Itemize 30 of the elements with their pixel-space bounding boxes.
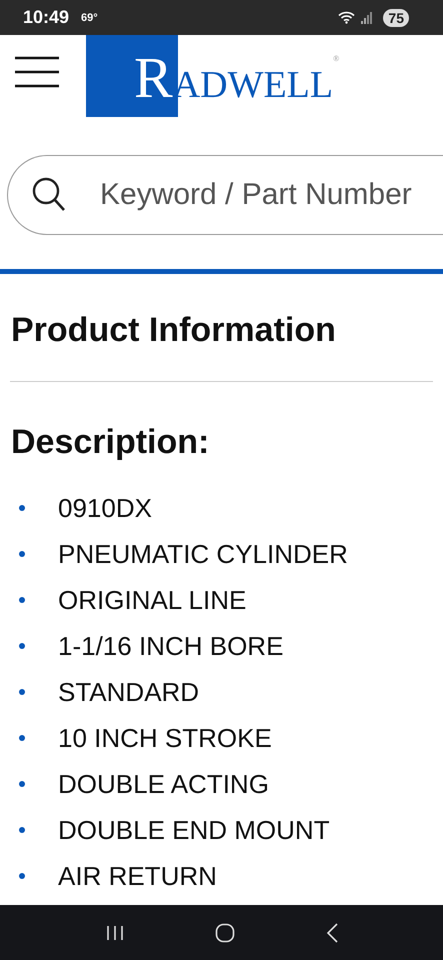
description-item: 0910DX [58, 492, 152, 524]
home-icon[interactable] [214, 922, 234, 942]
status-temperature: 69° [81, 12, 98, 24]
section-title: Product Information [11, 310, 337, 350]
menu-icon[interactable] [14, 56, 60, 88]
bullet-icon [19, 643, 25, 649]
description-item: AIR RETURN [58, 860, 217, 892]
description-item: 1-1/16 INCH BORE [58, 630, 284, 662]
search-field[interactable]: Keyword / Part Number [7, 155, 443, 235]
bullet-icon [19, 597, 25, 603]
description-item: DOUBLE ACTING [58, 768, 269, 800]
bullet-icon [19, 551, 25, 557]
battery-indicator: 75 [383, 8, 409, 26]
bullet-icon [19, 735, 25, 741]
description-item: ORIGINAL LINE [58, 584, 246, 616]
description-item: DOUBLE END MOUNT [58, 814, 330, 846]
description-item: STANDARD [58, 676, 200, 708]
description-heading: Description: [11, 422, 210, 462]
bullet-icon [19, 505, 25, 511]
signal-icon [361, 12, 374, 24]
description-item: PNEUMATIC CYLINDER [58, 538, 348, 570]
bullet-icon [19, 689, 25, 695]
description-item: 10 INCH STROKE [58, 722, 272, 754]
status-time: 10:49 [23, 7, 70, 28]
bullet-icon [19, 781, 25, 787]
wifi-icon [338, 11, 356, 24]
bullet-icon [19, 827, 25, 833]
back-icon[interactable] [326, 922, 338, 942]
recent-apps-icon[interactable] [106, 924, 124, 940]
bullet-icon [19, 873, 25, 879]
